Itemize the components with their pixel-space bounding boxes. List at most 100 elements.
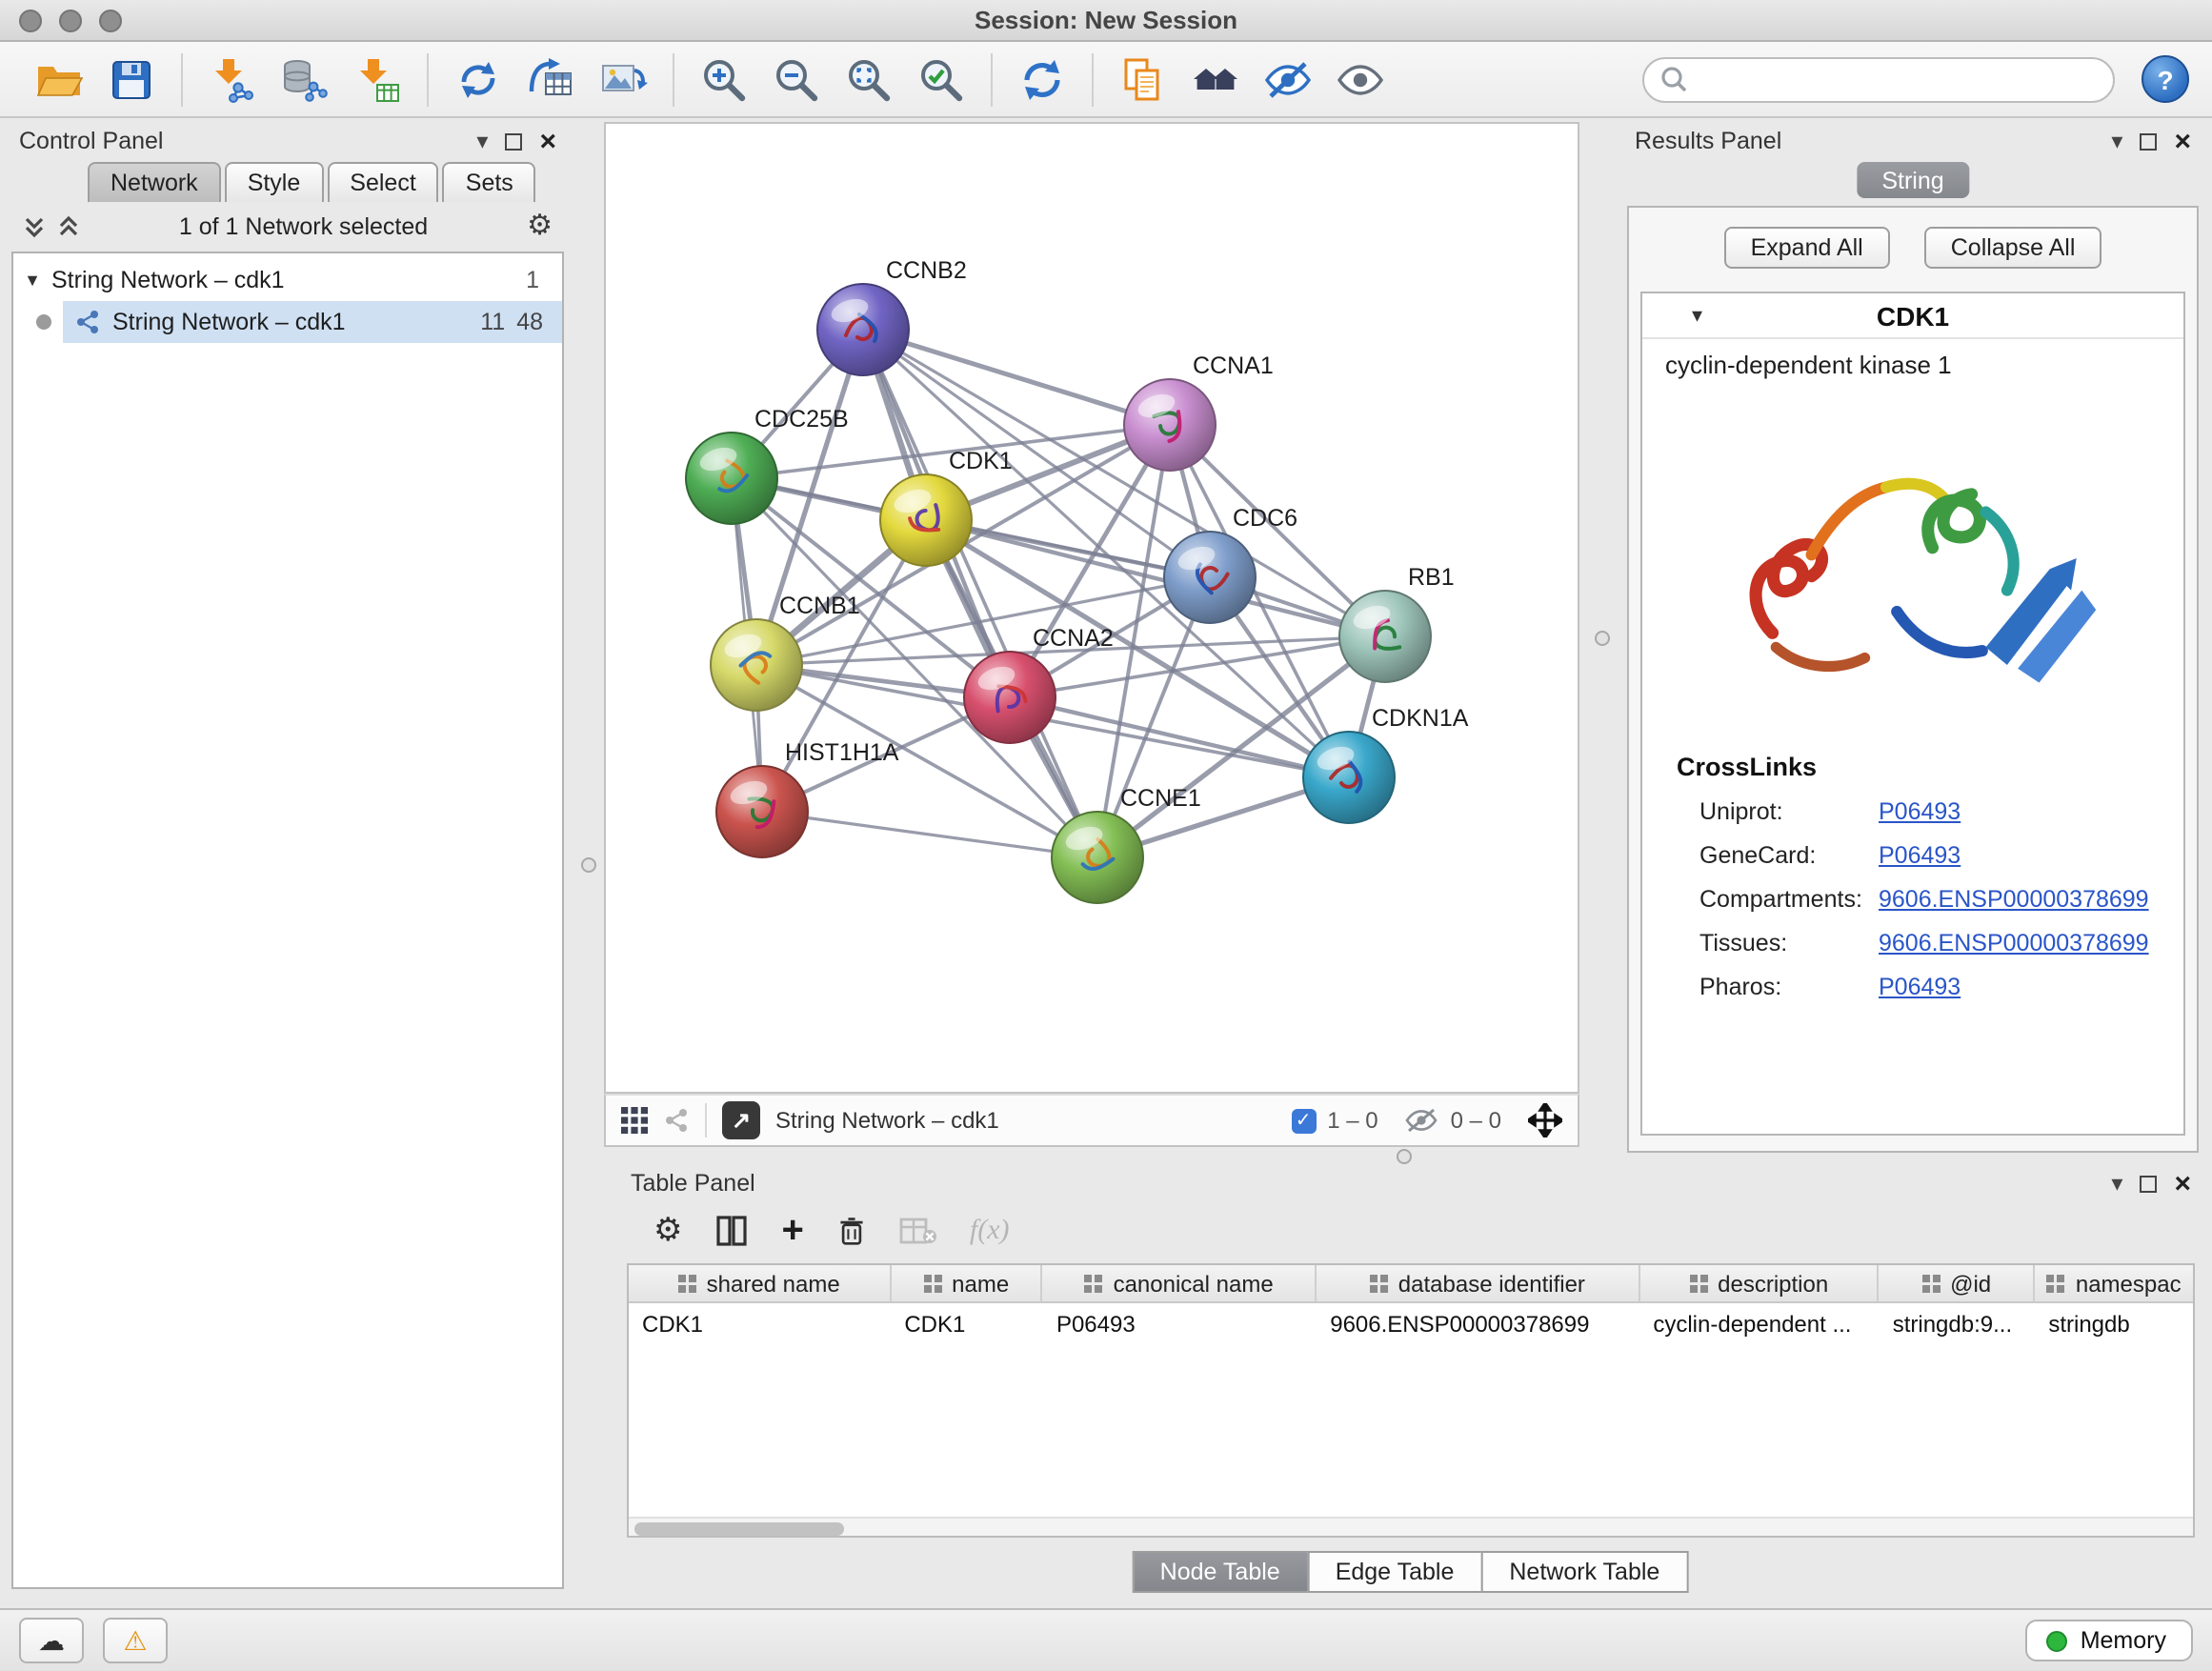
network-edge[interactable] bbox=[863, 330, 1097, 857]
float-panel-icon[interactable] bbox=[505, 132, 522, 150]
tab-edge-table[interactable]: Edge Table bbox=[1307, 1551, 1483, 1593]
network-edge[interactable] bbox=[863, 330, 1170, 425]
open-session-button[interactable] bbox=[27, 49, 91, 110]
tree-expand-icon[interactable]: ▼ bbox=[13, 271, 51, 290]
network-edge[interactable] bbox=[1010, 697, 1349, 777]
open-in-window-button[interactable]: ↗ bbox=[722, 1101, 760, 1139]
network-collection-row[interactable]: ▼ String Network – cdk1 1 bbox=[13, 259, 562, 301]
network-view[interactable]: CCNB2CCNA1CDC25BCDK1CDC6RB1CCNB1CCNA2CDK… bbox=[604, 122, 1579, 1094]
selected-checkbox-icon[interactable]: ✓ bbox=[1291, 1108, 1316, 1133]
right-splitter-handle[interactable] bbox=[1595, 631, 1610, 646]
cell-database-identifier[interactable]: 9606.ENSP00000378699 bbox=[1317, 1310, 1639, 1337]
cell-description[interactable]: cyclin-dependent ... bbox=[1639, 1310, 1879, 1337]
network-edge[interactable] bbox=[762, 812, 1097, 857]
network-node-CCNB2[interactable] bbox=[817, 284, 909, 375]
column-header-canonical-name[interactable]: canonical name bbox=[1043, 1265, 1317, 1301]
zoom-out-button[interactable] bbox=[764, 49, 829, 110]
export-image-button[interactable] bbox=[591, 49, 655, 110]
copy-button[interactable] bbox=[1111, 49, 1176, 110]
horizontal-scrollbar[interactable] bbox=[629, 1517, 2193, 1536]
column-header-description[interactable]: description bbox=[1639, 1265, 1879, 1301]
network-node-CCNA1[interactable] bbox=[1124, 379, 1216, 471]
panel-menu-icon[interactable]: ▾ bbox=[2111, 130, 2122, 152]
fit-content-button[interactable] bbox=[836, 49, 901, 110]
help-button[interactable]: ? bbox=[2142, 55, 2189, 103]
search-input[interactable] bbox=[1688, 64, 2098, 94]
refresh-view-button[interactable] bbox=[1010, 49, 1075, 110]
grid-view-icon[interactable] bbox=[621, 1107, 648, 1134]
tab-node-table[interactable]: Node Table bbox=[1132, 1551, 1309, 1593]
crosslink-compartments-link[interactable]: 9606.ENSP00000378699 bbox=[1879, 885, 2149, 912]
tab-sets[interactable]: Sets bbox=[443, 162, 536, 202]
zoom-selected-button[interactable] bbox=[909, 49, 974, 110]
float-panel-icon[interactable] bbox=[2140, 1175, 2157, 1192]
table-settings-gear-icon[interactable]: ⚙ bbox=[654, 1212, 683, 1250]
home-button[interactable] bbox=[1183, 49, 1248, 110]
network-node-CDC6[interactable] bbox=[1164, 532, 1256, 623]
collapse-all-icon[interactable] bbox=[23, 214, 46, 237]
close-panel-icon[interactable]: × bbox=[539, 127, 556, 155]
network-row-selected[interactable]: String Network – cdk1 11 48 bbox=[13, 301, 562, 343]
scrollbar-thumb[interactable] bbox=[634, 1521, 844, 1535]
save-session-button[interactable] bbox=[99, 49, 164, 110]
cell-canonical-name[interactable]: P06493 bbox=[1043, 1310, 1317, 1337]
add-column-icon[interactable]: + bbox=[782, 1212, 804, 1250]
cell-namespace[interactable]: stringdb bbox=[2035, 1310, 2193, 1337]
network-node-RB1[interactable] bbox=[1339, 591, 1431, 682]
import-network-from-file-button[interactable] bbox=[200, 49, 265, 110]
tab-network-table[interactable]: Network Table bbox=[1480, 1551, 1688, 1593]
tab-string[interactable]: String bbox=[1857, 162, 1968, 198]
crosslink-tissues-link[interactable]: 9606.ENSP00000378699 bbox=[1879, 929, 2149, 956]
show-all-button[interactable] bbox=[1328, 49, 1393, 110]
search-field[interactable] bbox=[1642, 56, 2115, 102]
network-node-CCNE1[interactable] bbox=[1052, 812, 1143, 903]
network-canvas[interactable]: CCNB2CCNA1CDC25BCDK1CDC6RB1CCNB1CCNA2CDK… bbox=[606, 124, 1578, 1092]
table-row[interactable]: CDK1 CDK1 P06493 9606.ENSP00000378699 cy… bbox=[629, 1303, 2193, 1343]
network-node-CCNA2[interactable] bbox=[964, 652, 1056, 743]
float-panel-icon[interactable] bbox=[2140, 132, 2157, 150]
network-node-CDK1[interactable] bbox=[880, 474, 972, 566]
collapse-all-button[interactable]: Collapse All bbox=[1924, 227, 2102, 269]
create-network-from-table-button[interactable] bbox=[518, 49, 583, 110]
close-panel-icon[interactable]: × bbox=[2174, 127, 2191, 155]
show-columns-icon[interactable] bbox=[715, 1214, 750, 1248]
panel-menu-icon[interactable]: ▾ bbox=[476, 130, 488, 152]
column-header-database-identifier[interactable]: database identifier bbox=[1317, 1265, 1639, 1301]
network-node-CDC25B[interactable] bbox=[686, 433, 777, 524]
expand-all-icon[interactable] bbox=[57, 214, 80, 237]
collapse-gene-icon[interactable]: ▾ bbox=[1692, 303, 1702, 328]
network-node-CDKN1A[interactable] bbox=[1303, 732, 1395, 823]
expand-all-button[interactable]: Expand All bbox=[1724, 227, 1890, 269]
network-node-CCNB1[interactable] bbox=[711, 619, 802, 711]
crosslink-genecard-link[interactable]: P06493 bbox=[1879, 841, 1961, 868]
network-view-share-icon[interactable] bbox=[663, 1107, 690, 1134]
delete-column-trash-icon[interactable] bbox=[836, 1216, 867, 1246]
gene-header-row[interactable]: ▾ CDK1 bbox=[1642, 293, 2183, 339]
crosslink-pharos-link[interactable]: P06493 bbox=[1879, 973, 1961, 999]
memory-button[interactable]: Memory bbox=[2025, 1620, 2193, 1661]
column-header-namespace[interactable]: namespac bbox=[2035, 1265, 2193, 1301]
warnings-button[interactable]: ⚠ bbox=[103, 1618, 168, 1663]
tab-style[interactable]: Style bbox=[225, 162, 324, 202]
zoom-in-button[interactable] bbox=[692, 49, 756, 110]
cloud-status-button[interactable]: ☁ bbox=[19, 1618, 84, 1663]
crosslink-uniprot-link[interactable]: P06493 bbox=[1879, 797, 1961, 824]
cell-id[interactable]: stringdb:9... bbox=[1880, 1310, 2036, 1337]
column-header-id[interactable]: @id bbox=[1880, 1265, 2036, 1301]
panel-menu-icon[interactable]: ▾ bbox=[2111, 1172, 2122, 1195]
bottom-splitter-handle[interactable] bbox=[1397, 1149, 1412, 1164]
tab-network[interactable]: Network bbox=[88, 162, 221, 202]
clone-network-button[interactable] bbox=[446, 49, 511, 110]
cell-shared-name[interactable]: CDK1 bbox=[629, 1310, 891, 1337]
tab-select[interactable]: Select bbox=[327, 162, 439, 202]
left-splitter-handle[interactable] bbox=[581, 857, 596, 873]
network-node-HIST1H1A[interactable] bbox=[716, 766, 808, 857]
network-options-gear-icon[interactable]: ⚙ bbox=[527, 211, 553, 240]
import-network-from-database-button[interactable] bbox=[272, 49, 337, 110]
hide-selected-button[interactable] bbox=[1256, 49, 1320, 110]
column-header-shared-name[interactable]: shared name bbox=[629, 1265, 891, 1301]
column-header-name[interactable]: name bbox=[891, 1265, 1043, 1301]
pan-move-icon[interactable] bbox=[1528, 1103, 1562, 1137]
import-table-from-file-button[interactable] bbox=[345, 49, 410, 110]
close-panel-icon[interactable]: × bbox=[2174, 1169, 2191, 1198]
